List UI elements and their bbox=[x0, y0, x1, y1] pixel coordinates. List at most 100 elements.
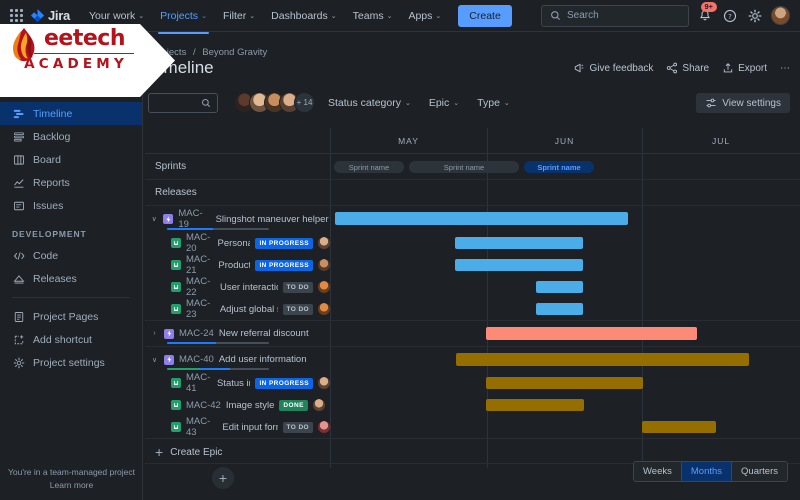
timeline-bar-story[interactable] bbox=[486, 399, 584, 411]
table-row[interactable]: MAC-43 Edit input form TO DO bbox=[145, 416, 800, 438]
timeline-bar-epic[interactable] bbox=[335, 212, 628, 225]
user-avatar[interactable] bbox=[771, 6, 790, 25]
global-search-input[interactable]: Search bbox=[541, 4, 689, 27]
avatar-overflow-count[interactable]: + 14 bbox=[294, 92, 315, 113]
view-settings-button[interactable]: View settings bbox=[696, 93, 790, 113]
issue-summary: Image style bbox=[225, 399, 275, 411]
sprint-chip[interactable]: Sprint name bbox=[409, 161, 519, 173]
add-item-button[interactable]: + bbox=[212, 467, 234, 489]
chevron-expand-icon[interactable]: ∨ bbox=[150, 215, 158, 223]
avatar[interactable] bbox=[318, 303, 330, 315]
share-icon bbox=[667, 62, 678, 74]
sprints-row-label: Sprints bbox=[155, 161, 187, 172]
issue-key: MAC-23 bbox=[186, 298, 211, 320]
more-actions-button[interactable]: ⋯ bbox=[780, 63, 790, 74]
sidebar-item-board[interactable]: Board bbox=[0, 148, 142, 171]
jira-timeline-app: Jira Your work ⌄ Projects ⌄ Filter ⌄ Das… bbox=[0, 0, 800, 500]
sidebar-item-releases[interactable]: Releases bbox=[0, 267, 142, 290]
table-row[interactable]: MAC-23 Adjust global s... TO DO bbox=[145, 298, 800, 320]
sidebar-item-backlog[interactable]: Backlog bbox=[0, 125, 142, 148]
story-type-icon bbox=[171, 238, 181, 248]
action-label: Give feedback bbox=[589, 62, 654, 74]
assignee-avatar-group[interactable]: + 14 bbox=[234, 92, 315, 113]
timeline-bar-story[interactable] bbox=[536, 281, 583, 293]
avatar[interactable] bbox=[318, 281, 330, 293]
issue-key: MAC-43 bbox=[186, 416, 211, 438]
timeline-bar-epic[interactable] bbox=[456, 353, 749, 366]
jira-logo[interactable]: Jira bbox=[30, 8, 70, 23]
issues-icon bbox=[12, 199, 25, 212]
status-badge: TO DO bbox=[282, 421, 313, 433]
issue-key: MAC-21 bbox=[186, 254, 211, 276]
search-icon bbox=[551, 11, 561, 21]
avatar[interactable] bbox=[318, 377, 330, 389]
timeline-bar-epic[interactable] bbox=[486, 327, 697, 340]
avatar[interactable] bbox=[318, 259, 330, 271]
table-row[interactable]: MAC-20 Persona... IN PROGRESS bbox=[145, 232, 800, 254]
export-button[interactable]: Export bbox=[722, 62, 767, 74]
sidebar-item-code[interactable]: Code bbox=[0, 244, 142, 267]
apps-grid-icon[interactable] bbox=[10, 8, 24, 23]
zoom-months[interactable]: Months bbox=[680, 462, 732, 481]
timeline-bar-story[interactable] bbox=[486, 377, 643, 389]
add-shortcut-icon bbox=[12, 333, 25, 346]
filter-status-category[interactable]: Status category ⌄ bbox=[323, 94, 416, 112]
table-row[interactable]: MAC-42 Image style DONE bbox=[145, 394, 800, 416]
table-row[interactable]: MAC-22 User interactio... TO DO bbox=[145, 276, 800, 298]
filter-epic[interactable]: Epic ⌄ bbox=[424, 94, 464, 112]
chevron-down-icon: ⌄ bbox=[453, 100, 460, 107]
table-row[interactable]: ∨ MAC-40 Add user information bbox=[145, 346, 800, 372]
table-row[interactable]: MAC-41 Status in... IN PROGRESS bbox=[145, 372, 800, 394]
nav-item-teams[interactable]: Teams ⌄ bbox=[346, 5, 400, 27]
table-row[interactable]: › MAC-24 New referral discount bbox=[145, 320, 800, 346]
avatar[interactable] bbox=[318, 421, 330, 433]
month-label-jul: JUL bbox=[711, 136, 731, 146]
filter-label: Epic bbox=[428, 96, 450, 109]
header-left-spacer bbox=[145, 128, 330, 153]
timeline-bar-story[interactable] bbox=[642, 421, 716, 433]
create-epic-button[interactable]: + Create Epic bbox=[155, 445, 222, 459]
zoom-quarters[interactable]: Quarters bbox=[731, 462, 787, 481]
epic-type-icon bbox=[163, 214, 174, 224]
sidebar-item-label: Releases bbox=[33, 272, 77, 285]
sprint-chip-active[interactable]: Sprint name bbox=[524, 161, 594, 173]
settings-button[interactable] bbox=[746, 7, 764, 25]
sidebar-item-timeline[interactable]: Timeline bbox=[0, 102, 142, 125]
issue-key: MAC-40 bbox=[179, 354, 214, 365]
issue-label: MAC-41 Status in... IN PROGRESS bbox=[145, 372, 330, 394]
table-row[interactable]: ∨ MAC-19 Slingshot maneuver helper ... bbox=[145, 206, 800, 232]
notifications-button[interactable]: 9+ bbox=[696, 1, 717, 25]
nav-item-filter[interactable]: Filter ⌄ bbox=[216, 5, 262, 27]
sprint-chip[interactable]: Sprint name bbox=[334, 161, 404, 173]
sidebar-item-issues[interactable]: Issues bbox=[0, 194, 142, 217]
avatar[interactable] bbox=[318, 237, 330, 249]
chevron-collapse-icon[interactable]: › bbox=[150, 330, 159, 337]
story-type-icon bbox=[171, 304, 181, 314]
chevron-expand-icon[interactable]: ∨ bbox=[150, 356, 159, 364]
epic-progress-bar bbox=[167, 227, 269, 230]
timeline-bar-story[interactable] bbox=[455, 259, 583, 271]
sidebar-item-project-pages[interactable]: Project Pages bbox=[0, 305, 142, 328]
nav-item-apps[interactable]: Apps ⌄ bbox=[401, 5, 448, 27]
table-row[interactable]: MAC-21 Product... IN PROGRESS bbox=[145, 254, 800, 276]
create-button[interactable]: Create bbox=[458, 4, 512, 27]
timeline-bar-story[interactable] bbox=[455, 237, 583, 249]
avatar[interactable] bbox=[312, 399, 325, 411]
timeline-zoom-switcher: Weeks Months Quarters bbox=[633, 461, 788, 482]
issue-label: MAC-22 User interactio... TO DO bbox=[145, 276, 330, 298]
zoom-weeks[interactable]: Weeks bbox=[634, 462, 681, 481]
chevron-down-icon: ⌄ bbox=[503, 100, 510, 107]
nav-item-dashboards[interactable]: Dashboards ⌄ bbox=[264, 5, 344, 27]
issue-label: MAC-43 Edit input form TO DO bbox=[145, 416, 330, 438]
share-button[interactable]: Share bbox=[666, 62, 709, 74]
give-feedback-button[interactable]: Give feedback bbox=[573, 62, 653, 74]
sidebar-item-add-shortcut[interactable]: Add shortcut bbox=[0, 328, 142, 351]
sidebar-item-project-settings[interactable]: Project settings bbox=[0, 351, 142, 374]
learn-more-link[interactable]: Learn more bbox=[0, 480, 143, 490]
sidebar-item-reports[interactable]: Reports bbox=[0, 171, 142, 194]
status-badge: IN PROGRESS bbox=[255, 259, 313, 271]
help-button[interactable]: ? bbox=[721, 7, 739, 25]
timeline-bar-story[interactable] bbox=[536, 303, 583, 315]
breadcrumb-project[interactable]: Beyond Gravity bbox=[202, 47, 267, 58]
filter-type[interactable]: Type ⌄ bbox=[472, 94, 515, 112]
